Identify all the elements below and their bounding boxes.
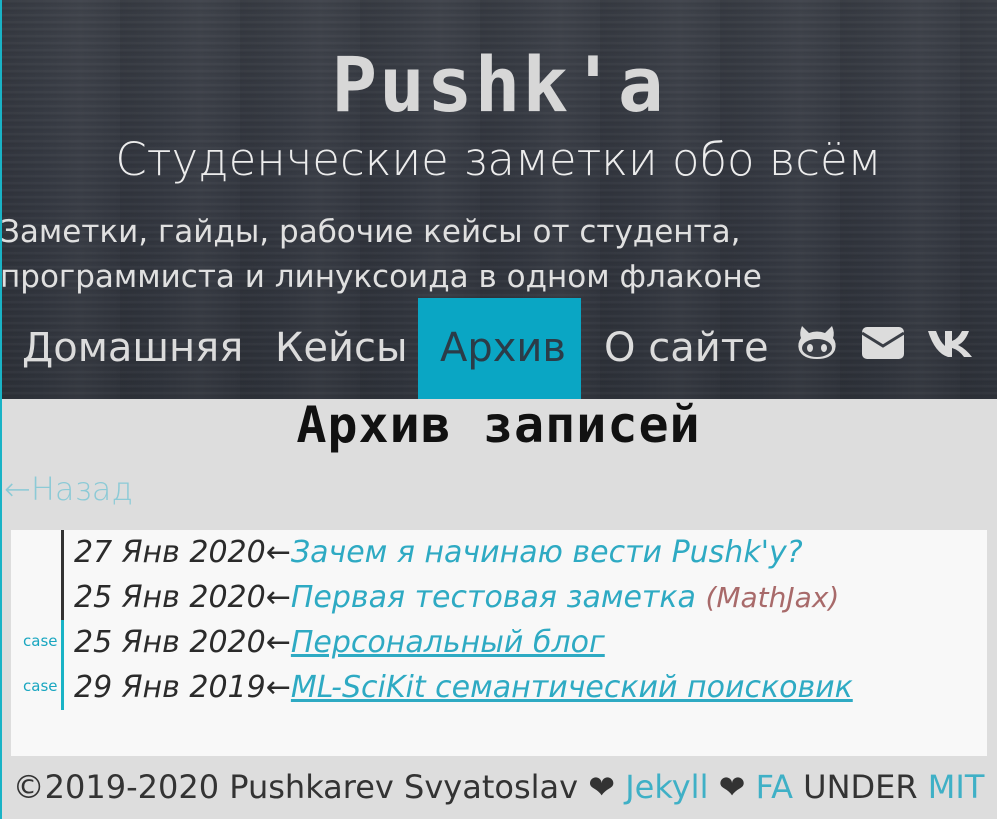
post-arrow: ←	[265, 580, 291, 615]
nav-item-about[interactable]: О сайте	[582, 298, 791, 399]
site-description: Заметки, гайды, рабочие кейсы от студент…	[0, 214, 762, 295]
list-item: case 29 Янв 2019←ML-SciKit семантический…	[11, 665, 987, 710]
post-title-link[interactable]: Первая тестовая заметка	[291, 580, 696, 615]
list-item: case 25 Янв 2020←Персональный блог	[11, 620, 987, 665]
list-item: 25 Янв 2020←Первая тестовая заметка (Mat…	[11, 575, 987, 620]
post-bar	[61, 620, 64, 665]
page-edge	[0, 0, 2, 819]
main-nav: Домашняя Кейсы Архив О сайте	[0, 298, 997, 399]
post-bar	[61, 665, 64, 710]
nav-item-archive[interactable]: Архив	[418, 298, 581, 399]
post-tag[interactable]: case	[23, 677, 59, 695]
site-footer: ©2019-2020 Pushkarev Svyatoslav ❤ Jekyll…	[0, 768, 997, 806]
nav-item-home[interactable]: Домашняя	[0, 298, 265, 399]
post-tag[interactable]: case	[23, 632, 59, 650]
post-title-link[interactable]: Персональный блог	[291, 625, 605, 660]
post-date: 27 Янв 2020	[74, 535, 266, 570]
heart-icon: ❤	[588, 768, 616, 806]
post-line: 25 Янв 2020←Персональный блог	[74, 620, 605, 665]
vk-icon[interactable]	[926, 323, 974, 363]
footer-fa-link[interactable]: FA	[756, 768, 793, 806]
heart-icon: ❤	[718, 768, 746, 806]
post-arrow: ←	[265, 625, 291, 660]
post-note: (MathJax)	[705, 581, 840, 614]
post-title-link[interactable]: Зачем я начинаю вести Pushk'у?	[291, 535, 803, 570]
post-title-link[interactable]: ML-SciKit семантический поисковик	[291, 670, 853, 705]
post-bar	[61, 575, 64, 620]
post-line: 27 Янв 2020←Зачем я начинаю вести Pushk'…	[74, 530, 803, 575]
back-link[interactable]: ←Назад	[4, 470, 133, 508]
post-arrow: ←	[265, 535, 291, 570]
site-brand[interactable]: Pushk'a	[0, 40, 997, 129]
envelope-icon[interactable]	[860, 323, 906, 363]
post-line: 29 Янв 2019←ML-SciKit семантический поис…	[74, 665, 853, 710]
footer-under: UNDER	[803, 768, 918, 806]
nav-item-cases[interactable]: Кейсы	[253, 298, 430, 399]
footer-jekyll-link[interactable]: Jekyll	[625, 768, 708, 806]
post-date: 25 Янв 2020	[74, 580, 266, 615]
post-bar	[61, 530, 64, 575]
archive-list: 27 Янв 2020←Зачем я начинаю вести Pushk'…	[11, 530, 987, 756]
list-item: 27 Янв 2020←Зачем я начинаю вести Pushk'…	[11, 530, 987, 575]
page: Pushk'a Студенческие заметки обо всём За…	[0, 0, 997, 819]
post-line: 25 Янв 2020←Первая тестовая заметка (Mat…	[74, 575, 839, 620]
post-date: 29 Янв 2019	[74, 670, 266, 705]
footer-copyright: ©2019-2020 Pushkarev Svyatoslav	[12, 768, 579, 806]
post-arrow: ←	[265, 670, 291, 705]
post-date: 25 Янв 2020	[74, 625, 266, 660]
site-tagline: Студенческие заметки обо всём	[115, 133, 882, 186]
page-title: Архив записей	[296, 396, 701, 454]
github-icon[interactable]	[795, 323, 839, 363]
footer-mit-link[interactable]: MIT	[928, 768, 985, 806]
